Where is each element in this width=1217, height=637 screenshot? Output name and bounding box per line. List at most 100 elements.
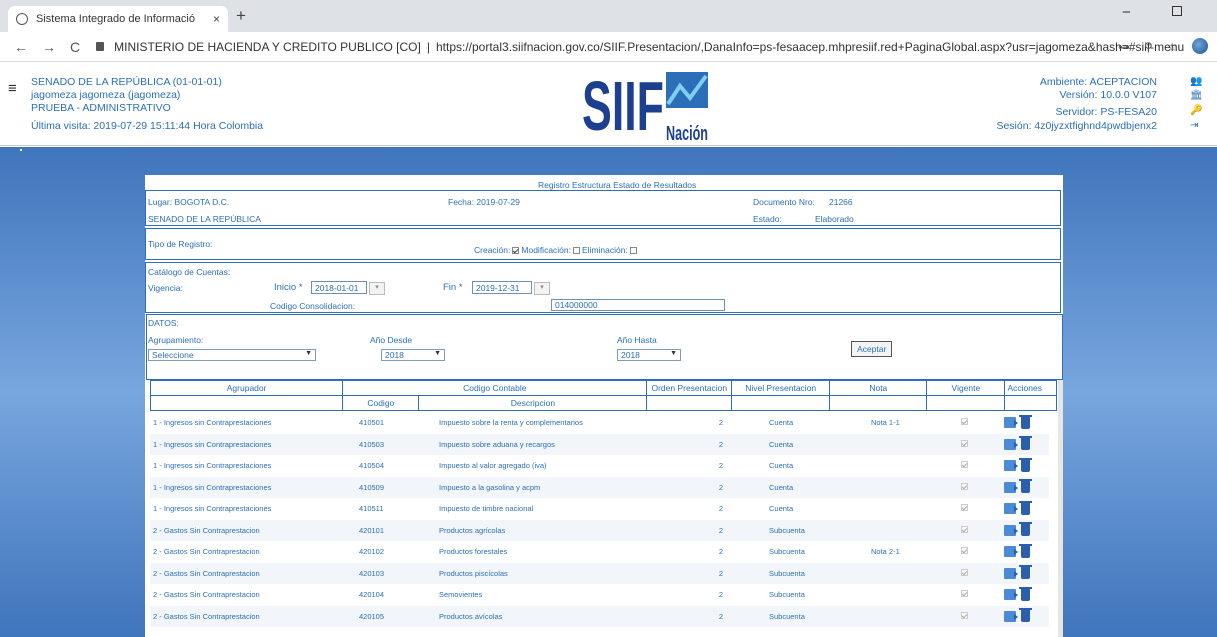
cell-acciones — [988, 498, 1049, 520]
cell-acciones — [988, 476, 1049, 498]
trash-icon[interactable] — [1019, 608, 1032, 623]
col-nivel[interactable]: Nivel Presentacion — [731, 380, 831, 396]
url-host: https://portal3.siifnacion.gov.co — [435, 39, 600, 54]
trash-icon[interactable] — [1019, 543, 1032, 558]
subheader-blank — [149, 395, 344, 411]
col-codigo[interactable]: Codigo — [342, 395, 420, 411]
vigente-checkbox — [961, 482, 968, 490]
edit-icon[interactable] — [1004, 481, 1018, 493]
background-dot — [20, 149, 22, 151]
modificacion-checkbox[interactable] — [573, 247, 580, 255]
table-row[interactable]: 2 - Gastos Sin Contraprestacion 420103 Pro… — [150, 562, 1049, 584]
agrupamiento-label: Agrupamiento: — [148, 335, 204, 345]
chevron-down-icon: ▼ — [305, 350, 312, 357]
trash-icon[interactable] — [1019, 479, 1032, 494]
cell-nota — [868, 562, 958, 584]
edit-icon[interactable] — [1004, 417, 1018, 429]
cell-agrupador: 2 - Gastos Sin Contraprestacion — [150, 605, 356, 627]
forward-icon[interactable]: → — [42, 39, 56, 55]
cell-codigo: 420104 — [359, 590, 385, 600]
trash-icon[interactable] — [1019, 522, 1032, 537]
back-icon[interactable]: ← — [14, 39, 28, 55]
anio-desde-select[interactable]: 2018 ▼ — [381, 349, 445, 361]
cell-codigo: 420105 — [356, 605, 436, 627]
bank-icon[interactable]: 🏛 — [1190, 90, 1203, 101]
trash-icon[interactable] — [1019, 500, 1032, 515]
anio-hasta-select[interactable]: 2018 ▼ — [617, 349, 681, 361]
table-row[interactable]: 2 - Gastos Sin Contraprestacion 420101 Pro… — [150, 519, 1049, 541]
edit-icon[interactable] — [1004, 460, 1018, 472]
aceptar-button[interactable]: Aceptar — [851, 341, 893, 357]
col-agrupador[interactable]: Agrupador — [149, 380, 344, 396]
edit-icon[interactable] — [1004, 589, 1018, 601]
profile-avatar[interactable] — [1192, 38, 1208, 54]
cell-agrupador: 1 - Ingresos sin Contraprestaciones — [153, 461, 272, 471]
cell-descripcion: Impuesto de timbre nacional — [439, 504, 534, 514]
url-field[interactable]: MINISTERIO DE HACIENDA Y CREDITO PUBLICO… — [96, 40, 1184, 54]
fin-calendar-button[interactable]: ▾ — [534, 282, 550, 295]
edit-icon[interactable] — [1004, 567, 1018, 579]
last-visit-label: Última visita: 2019-07-29 15:11:44 Hora … — [31, 120, 264, 132]
table-row[interactable]: 1 - Ingresos sin Contraprestaciones 41050… — [150, 412, 1049, 434]
col-nota[interactable]: Nota — [829, 380, 928, 396]
trash-icon[interactable] — [1019, 436, 1032, 451]
vigencia-label: Vigencia: — [148, 283, 183, 293]
star-icon[interactable]: ☆ — [1167, 40, 1178, 54]
documento-value: 21266 — [829, 197, 853, 207]
trash-icon[interactable] — [1019, 565, 1032, 580]
omnibox-actions: ⊶ ⚲ ☆ — [1118, 40, 1178, 54]
cell-orden: 2 — [676, 519, 766, 541]
creacion-checkbox[interactable] — [512, 247, 520, 255]
edit-icon[interactable] — [1004, 438, 1018, 450]
table-row[interactable]: 2 - Gastos Sin Contraprestacion 420105 Pro… — [150, 605, 1049, 627]
inicio-calendar-button[interactable]: ▾ — [369, 282, 385, 295]
users-icon[interactable]: 👥 — [1190, 76, 1202, 87]
lugar-label: Lugar: BOGOTA D.C. — [148, 197, 230, 207]
col-vigente[interactable]: Vigente — [926, 380, 1006, 396]
table-row[interactable]: 1 - Ingresos sin Contraprestaciones 41050… — [150, 455, 1049, 477]
cell-vigente — [958, 498, 988, 520]
table-row[interactable]: 1 - Ingresos sin Contraprestaciones 41051… — [150, 498, 1049, 520]
trash-icon[interactable] — [1019, 586, 1032, 601]
zoom-icon[interactable]: ⚲ — [1144, 40, 1153, 54]
cell-vigente — [958, 541, 988, 563]
table-row[interactable]: 2 - Gastos Sin Contraprestacion 420104 Sem… — [150, 584, 1049, 606]
edit-icon[interactable] — [1004, 503, 1018, 515]
key-icon[interactable]: ⊶ — [1118, 40, 1130, 54]
new-tab-button[interactable]: + — [236, 6, 246, 26]
col-orden[interactable]: Orden Presentacion — [646, 380, 733, 396]
key-settings-icon[interactable]: 🔑 — [1190, 105, 1202, 116]
fin-date-input[interactable]: 2019-12-31 — [472, 281, 532, 294]
table-row[interactable]: 1 - Ingresos sin Contraprestaciones 41050… — [150, 476, 1049, 498]
reload-icon[interactable]: C — [70, 39, 80, 55]
cell-orden: 2 — [718, 590, 724, 600]
table-row[interactable]: 2 - Gastos Sin Contraprestacion 420102 Pro… — [150, 541, 1049, 563]
vigente-checkbox — [961, 439, 968, 447]
hamburger-menu-icon[interactable]: ≡ — [8, 80, 17, 97]
minimize-icon[interactable]: − — [1122, 4, 1131, 21]
edit-icon[interactable] — [1004, 524, 1018, 536]
restore-icon[interactable] — [1172, 6, 1182, 16]
cell-orden: 2 — [676, 562, 766, 584]
col-descripcion[interactable]: Descripcion — [418, 395, 648, 411]
cell-nivel: Cuenta — [769, 418, 794, 428]
edit-icon[interactable] — [1004, 610, 1018, 622]
logout-icon[interactable]: ⇥ — [1190, 120, 1198, 131]
inicio-label: Inicio * — [274, 282, 303, 293]
trash-icon[interactable] — [1019, 414, 1032, 429]
agrupamiento-select[interactable]: Seleccione ▼ — [148, 349, 316, 361]
trash-icon[interactable] — [1019, 457, 1032, 472]
close-tab-icon[interactable]: × — [213, 12, 220, 26]
cell-orden: 2 — [718, 547, 724, 557]
cell-nota — [868, 498, 958, 520]
inicio-date-input[interactable]: 2018-01-01 — [311, 281, 367, 294]
grid-scrollbar[interactable] — [1058, 380, 1063, 637]
cod-consolidacion-input[interactable]: 014000000 — [551, 299, 725, 311]
estado-label: Estado: — [753, 214, 782, 224]
eliminacion-checkbox[interactable] — [629, 247, 637, 255]
edit-icon[interactable] — [1004, 546, 1018, 558]
browser-tab[interactable]: Sistema Integrado de Informació × — [8, 6, 228, 32]
table-row[interactable]: 1 - Ingresos sin Contraprestaciones 41050… — [150, 433, 1049, 455]
datos-label: DATOS: — [148, 318, 179, 328]
cell-descripcion: Impuesto a la gasolina y acpm — [436, 476, 676, 498]
